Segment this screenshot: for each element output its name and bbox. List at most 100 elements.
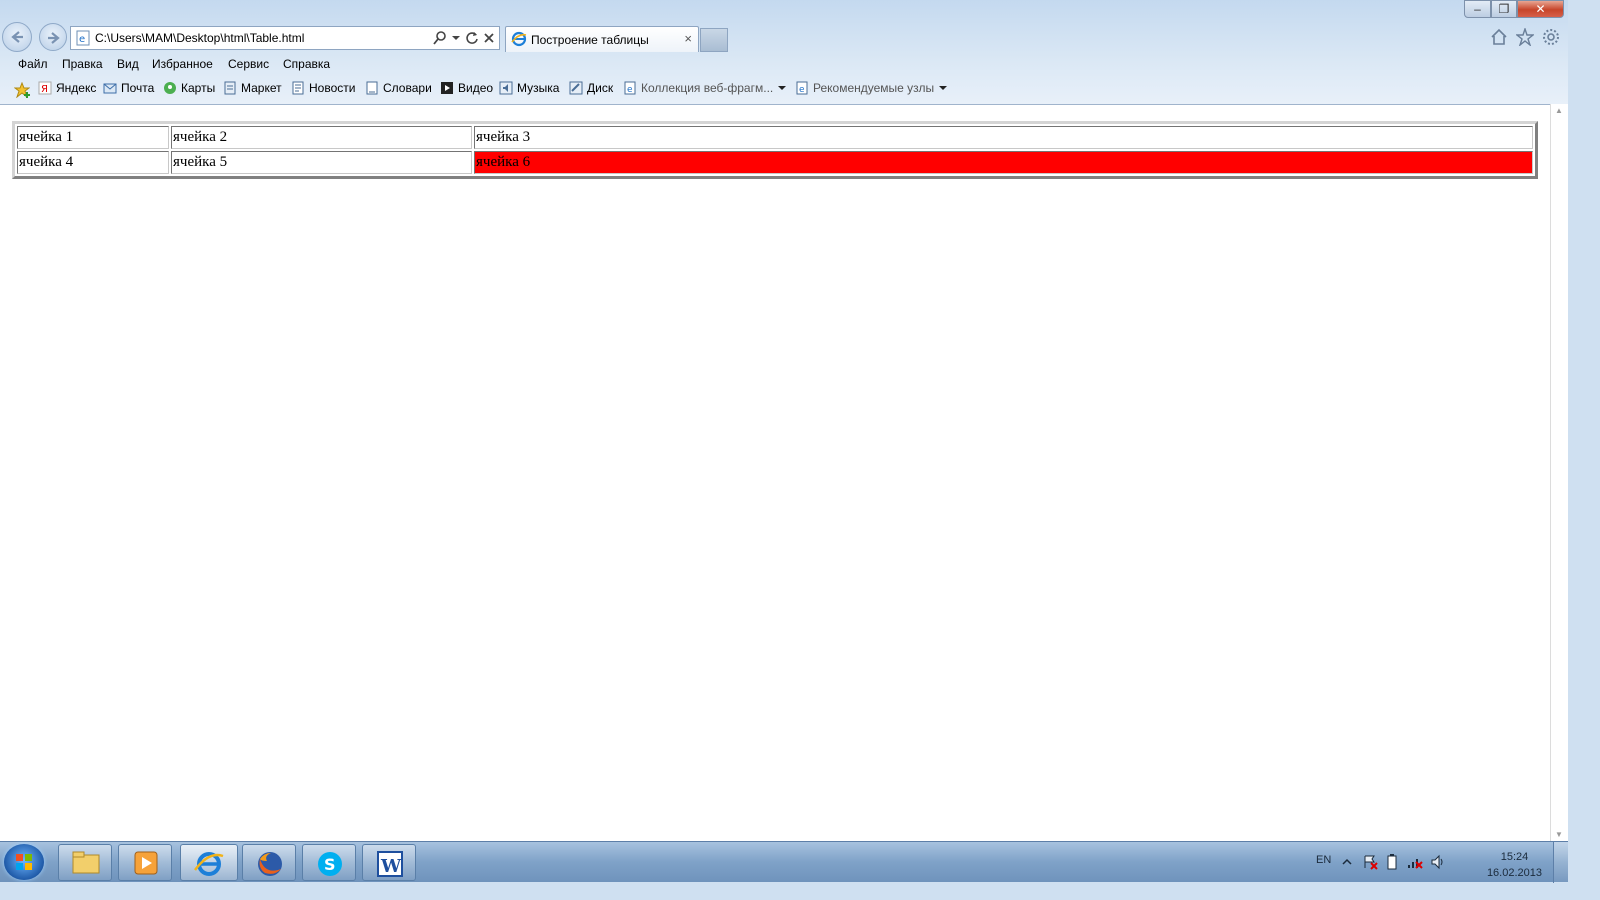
fav-market[interactable]: Маркет [223, 81, 282, 95]
system-tray: EN 15:24 16.02.2013 [1308, 842, 1568, 883]
volume-icon[interactable] [1430, 854, 1446, 870]
show-hidden-icons-icon[interactable] [1342, 857, 1352, 867]
yandex-icon: Я [38, 81, 52, 95]
ie-logo-icon [193, 852, 224, 876]
tab-close-button[interactable]: × [684, 31, 692, 46]
table-cell: ячейка 4 [17, 151, 169, 174]
taskbar-firefox[interactable] [242, 844, 296, 881]
fav-video[interactable]: Видео [440, 81, 493, 95]
table-cell-highlighted: ячейка 6 [474, 151, 1533, 174]
table-cell: ячейка 1 [17, 126, 169, 149]
taskbar-internet-explorer[interactable] [180, 844, 238, 881]
skype-icon: S [318, 852, 342, 876]
menu-view[interactable]: Вид [117, 57, 139, 71]
back-arrow-icon [11, 31, 23, 43]
title-bar: e C:\Users\MAM\Desktop\html\Table.html П… [0, 0, 1568, 54]
market-icon [224, 81, 236, 95]
fav-mail[interactable]: Почта [103, 81, 154, 95]
search-icon[interactable] [433, 30, 447, 46]
taskbar-media-player[interactable] [118, 844, 172, 881]
svg-text:Я: Я [41, 84, 48, 95]
svg-text:e: e [799, 85, 805, 95]
minimize-icon: – [1474, 2, 1481, 16]
tab-title: Построение таблицы [531, 33, 649, 47]
restore-button[interactable]: ❐ [1491, 0, 1517, 18]
address-url: C:\Users\MAM\Desktop\html\Table.html [95, 31, 305, 45]
vertical-scrollbar[interactable]: ▲ ▼ [1550, 104, 1568, 841]
stop-icon[interactable] [483, 30, 495, 46]
fav-news[interactable]: Новости [291, 81, 355, 95]
fav-web-slice-gallery[interactable]: e Коллекция веб-фрагм... [623, 81, 787, 95]
forward-button[interactable] [39, 23, 67, 51]
home-icon[interactable] [1490, 28, 1508, 46]
taskbar-explorer[interactable] [58, 844, 112, 881]
chevron-down-icon [939, 86, 948, 90]
fav-yandex[interactable]: Я Яндекс [38, 81, 96, 95]
tab-active[interactable]: Построение таблицы × [505, 26, 699, 52]
page-viewport: ячейка 1 ячейка 2 ячейка 3 ячейка 4 ячей… [0, 104, 1550, 841]
favorites-star-icon[interactable] [1516, 28, 1534, 46]
table-cell: ячейка 2 [171, 126, 472, 149]
svg-text:e: e [79, 34, 85, 45]
restore-icon: ❐ [1498, 2, 1510, 16]
clock-date: 16.02.2013 [1486, 867, 1542, 879]
favorites-star-add-icon[interactable] [14, 82, 30, 98]
ie-logo-icon [511, 31, 527, 47]
taskbar-word[interactable]: W [362, 844, 416, 881]
svg-text:e: e [627, 85, 633, 95]
scroll-down-arrow-icon[interactable]: ▼ [1555, 830, 1563, 839]
maps-icon [164, 82, 176, 94]
table-row: ячейка 1 ячейка 2 ячейка 3 [17, 126, 1533, 149]
gear-icon[interactable] [1542, 28, 1560, 46]
battery-icon[interactable] [1386, 854, 1398, 870]
address-bar[interactable]: e C:\Users\MAM\Desktop\html\Table.html [70, 26, 500, 50]
language-indicator[interactable]: EN [1316, 854, 1331, 866]
back-button[interactable] [2, 22, 32, 52]
news-icon [292, 81, 304, 95]
scroll-up-arrow-icon[interactable]: ▲ [1555, 106, 1563, 115]
clock[interactable]: 15:24 16.02.2013 [1487, 849, 1542, 881]
ie-page-icon: e [624, 81, 636, 95]
dropdown-arrow-icon[interactable] [451, 30, 461, 46]
forward-arrow-icon [48, 32, 60, 44]
show-desktop-button[interactable] [1553, 842, 1568, 883]
fav-music[interactable]: Музыка [499, 81, 559, 95]
ie-page-icon: e [796, 81, 808, 95]
windows-logo-icon [16, 854, 32, 870]
fav-dictionaries[interactable]: Словари [365, 81, 432, 95]
mail-icon [103, 83, 117, 94]
fav-disk[interactable]: Диск [569, 81, 613, 95]
svg-text:S: S [324, 855, 336, 874]
fav-suggested-sites[interactable]: e Рекомендуемые узлы [795, 81, 948, 95]
firefox-icon [258, 852, 282, 876]
taskbar: S W EN 15:24 16.02.2013 [0, 841, 1568, 883]
dictionary-icon [366, 81, 378, 95]
table-cell: ячейка 5 [171, 151, 472, 174]
start-button[interactable] [4, 844, 44, 880]
network-icon[interactable] [1406, 854, 1424, 870]
menu-file[interactable]: Файл [18, 57, 48, 71]
table-row: ячейка 4 ячейка 5 ячейка 6 [17, 151, 1533, 174]
page-icon: e [76, 30, 90, 46]
menu-bar: Файл Правка Вид Избранное Сервис Справка [0, 54, 1568, 76]
table-cell: ячейка 3 [474, 126, 1533, 149]
taskbar-skype[interactable]: S [302, 844, 356, 881]
close-button[interactable]: ✕ [1517, 0, 1564, 18]
svg-text:W: W [380, 856, 402, 877]
menu-tools[interactable]: Сервис [228, 57, 269, 71]
fav-maps[interactable]: Карты [163, 81, 215, 95]
folder-icon [72, 851, 100, 874]
clock-time: 15:24 [1500, 851, 1529, 863]
minimize-button[interactable]: – [1464, 0, 1491, 18]
word-icon: W [377, 851, 403, 877]
close-icon: ✕ [1535, 2, 1546, 16]
action-center-flag-icon[interactable] [1362, 854, 1378, 870]
disk-icon [569, 81, 583, 95]
menu-favorites[interactable]: Избранное [152, 57, 213, 71]
menu-help[interactable]: Справка [283, 57, 330, 71]
music-speaker-icon [499, 81, 513, 95]
browser-chrome: e C:\Users\MAM\Desktop\html\Table.html П… [0, 0, 1568, 104]
new-tab-button[interactable] [700, 28, 728, 52]
refresh-icon[interactable] [465, 30, 479, 46]
menu-edit[interactable]: Правка [62, 57, 103, 71]
